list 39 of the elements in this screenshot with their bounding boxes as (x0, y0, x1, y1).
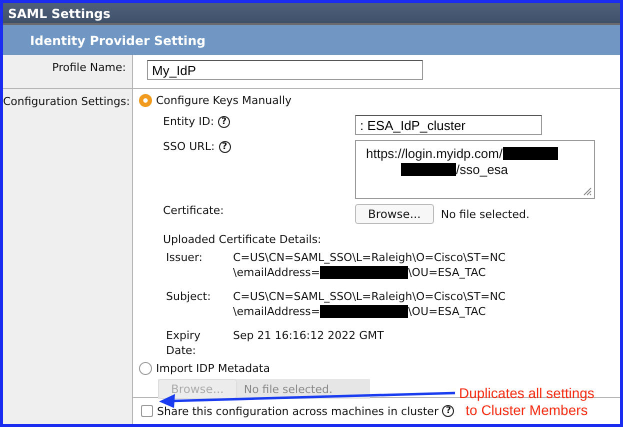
field-label: Entity ID: (163, 115, 214, 128)
field-label: Subject: (166, 289, 212, 305)
window-title: SAML Settings (3, 3, 620, 23)
help-icon[interactable]: ? (218, 116, 230, 128)
help-icon[interactable]: ? (218, 140, 231, 152)
annotation-text: Duplicates all settings to Cluster Members (459, 385, 594, 419)
field-label: Configuration Settings: (3, 89, 133, 399)
radio-button[interactable] (139, 362, 152, 375)
option-label: Import IDP Metadata (156, 362, 270, 375)
field-label: SSO URL: (163, 140, 215, 153)
field-label: Issuer: (166, 250, 204, 266)
field-label: Profile Name: (3, 55, 133, 88)
field-label: Expiry Date: (166, 328, 202, 358)
sso-url-field[interactable]: https://login.myidp.com/ /sso_esa (355, 140, 595, 199)
text-line: \emailAddress= (233, 305, 320, 318)
help-icon[interactable]: ? (442, 405, 454, 417)
text-line: \emailAddress= (233, 266, 320, 279)
text-line: Sep 21 16:16:12 2022 GMT (233, 329, 384, 342)
redaction-bar (401, 162, 456, 176)
text-line: C=US\CN=SAML_SSO\L=Raleigh\O=Cisco\ST=NC (233, 251, 506, 264)
entity-id-field[interactable]: : ESA_IdP_cluster (355, 115, 542, 135)
radio-button[interactable] (139, 94, 152, 107)
field-label: Certificate: (163, 204, 225, 217)
text-line: \OU=ESA_TAC (408, 305, 486, 318)
checkbox[interactable] (141, 405, 153, 417)
text-line: C=US\CN=SAML_SSO\L=Raleigh\O=Cisco\ST=NC (233, 290, 506, 303)
checkbox-label: Share this configuration across machines in cluster (157, 404, 438, 418)
file-status: No file selected. (244, 382, 332, 396)
redaction-bar (502, 146, 558, 160)
profile-name-field[interactable]: My_IdP (147, 60, 423, 80)
section-header: Identity Provider Setting (3, 23, 620, 55)
file-status: No file selected. (440, 208, 530, 221)
details-heading: Uploaded Certificate Details: (163, 233, 322, 246)
text-line: \OU=ESA_TAC (408, 266, 486, 279)
resize-grip-icon[interactable] (583, 187, 592, 196)
browse-button[interactable]: Browse... (355, 204, 434, 224)
text-line: /sso_esa (456, 162, 508, 176)
text-line: https://login.myidp.com/ (366, 146, 503, 160)
option-label: Configure Keys Manually (156, 94, 292, 107)
